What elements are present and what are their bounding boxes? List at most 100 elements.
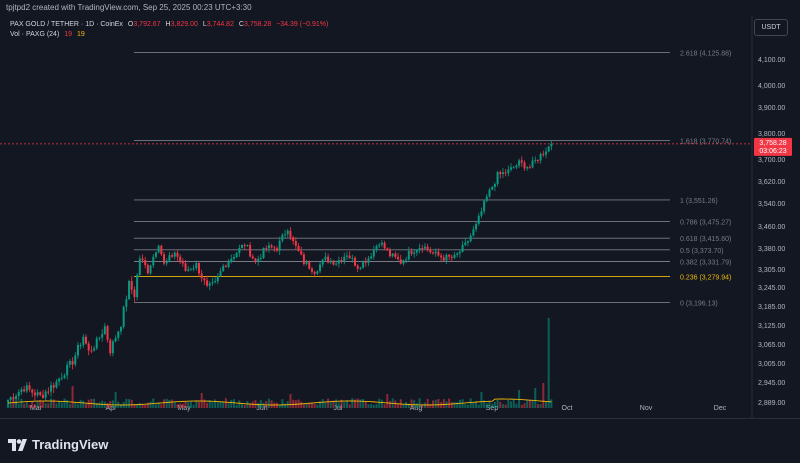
volume-bar — [496, 399, 499, 408]
price-tick-label: 3,620.00 — [758, 179, 785, 186]
candle-body — [173, 252, 176, 257]
candle-body — [380, 242, 383, 245]
candle-body — [402, 260, 405, 264]
volume-bar — [450, 402, 453, 408]
footer-bar: TradingView — [0, 418, 800, 463]
candle-body — [526, 167, 529, 169]
volume-bar — [432, 400, 435, 408]
tradingview-logo[interactable]: TradingView — [8, 437, 108, 452]
candle-body — [466, 241, 469, 243]
candle-body — [281, 234, 284, 241]
volume-label[interactable]: Vol · PAXG (24) — [10, 31, 59, 38]
volume-bar — [192, 404, 195, 408]
candle-body — [101, 334, 104, 338]
candle-body — [95, 338, 98, 349]
candle-body — [52, 385, 55, 388]
candle-body — [152, 256, 155, 266]
candle-body — [278, 240, 281, 251]
volume-bar — [329, 401, 332, 408]
candle-body — [518, 160, 521, 166]
candle-body — [58, 378, 61, 382]
symbol-name[interactable]: PAX GOLD / TETHER · 1D · CoinEx — [10, 21, 123, 28]
volume-bar — [388, 400, 391, 408]
volume-bar — [200, 393, 203, 408]
candle-body — [367, 258, 370, 263]
candle-body — [232, 257, 235, 259]
volume-bar — [418, 398, 421, 408]
volume-legend: Vol · PAXG (24) 19 19 — [10, 31, 85, 38]
volume-bar — [138, 402, 141, 408]
candle-body — [534, 159, 537, 161]
candle-body — [310, 268, 313, 272]
candle-body — [332, 260, 335, 265]
candle-body — [335, 263, 338, 265]
candle-body — [542, 153, 545, 155]
candle-body — [119, 326, 122, 332]
candle-body — [222, 265, 225, 271]
volume-bar — [536, 404, 539, 408]
candle-body — [321, 259, 324, 265]
candle-body — [87, 343, 90, 351]
volume-bar — [281, 399, 284, 408]
candle-body — [103, 326, 106, 335]
volume-bar — [421, 403, 424, 408]
volume-bar — [372, 404, 375, 408]
volume-bar — [55, 403, 58, 408]
volume-bar — [160, 404, 163, 408]
candle-body — [501, 172, 504, 175]
price-tick-label: 3,005.00 — [758, 361, 785, 368]
volume-bar — [504, 404, 507, 408]
candle-body — [327, 256, 330, 263]
candle-body — [241, 244, 244, 249]
price-chart[interactable]: 2,889.00 2,945.00 3,005.00 3,065.00 3,125.00… — [0, 0, 800, 462]
volume-bar — [413, 400, 416, 408]
volume-bar — [386, 394, 389, 408]
candle-body — [423, 246, 426, 249]
volume-bar — [149, 401, 152, 408]
volume-bar — [41, 401, 44, 408]
volume-bar — [512, 398, 515, 408]
volume-bar — [313, 403, 316, 408]
volume-bar — [179, 403, 182, 408]
candle-body — [219, 270, 222, 277]
price-tick-label: 3,540.00 — [758, 201, 785, 208]
volume-bar — [98, 402, 101, 408]
price-tick-label: 3,900.00 — [758, 105, 785, 112]
volume-bar — [305, 403, 308, 408]
volume-bar — [523, 403, 526, 408]
volume-bar — [211, 402, 214, 408]
price-axis: 2,889.00 2,945.00 3,005.00 3,065.00 3,125.00… — [758, 57, 785, 407]
candle-body — [273, 247, 276, 249]
candle-body — [259, 257, 262, 259]
volume-bar — [68, 404, 71, 408]
candle-body — [28, 385, 31, 390]
candle-body — [488, 189, 491, 197]
candle-body — [66, 364, 69, 376]
volume-bar — [453, 401, 456, 408]
candle-body — [456, 253, 459, 255]
candle-body — [378, 244, 381, 246]
candle-body — [319, 264, 322, 272]
candle-body — [254, 258, 257, 262]
candle-body — [63, 375, 66, 378]
candle-body — [313, 271, 316, 274]
candle-body — [507, 169, 510, 174]
volume-bar — [343, 402, 346, 408]
price-tick-label: 4,000.00 — [758, 83, 785, 90]
candle-body — [200, 273, 203, 279]
bar-countdown: 03:06:23 — [759, 148, 786, 155]
high-value: 3,829.00 — [170, 21, 198, 28]
volume-bar — [85, 404, 88, 408]
candle-body — [249, 245, 252, 257]
currency-button[interactable]: USDT — [754, 19, 788, 36]
candle-body — [536, 159, 539, 161]
fib-level-label: 0.618 (3,415.60) — [680, 236, 731, 243]
candle-body — [149, 265, 152, 274]
volume-bar — [130, 399, 133, 408]
candle-body — [157, 245, 160, 253]
volume-bar — [437, 399, 440, 408]
volume-bar — [227, 403, 230, 408]
candle-body — [528, 167, 531, 169]
volume-bar — [20, 398, 23, 408]
candle-body — [426, 246, 429, 250]
